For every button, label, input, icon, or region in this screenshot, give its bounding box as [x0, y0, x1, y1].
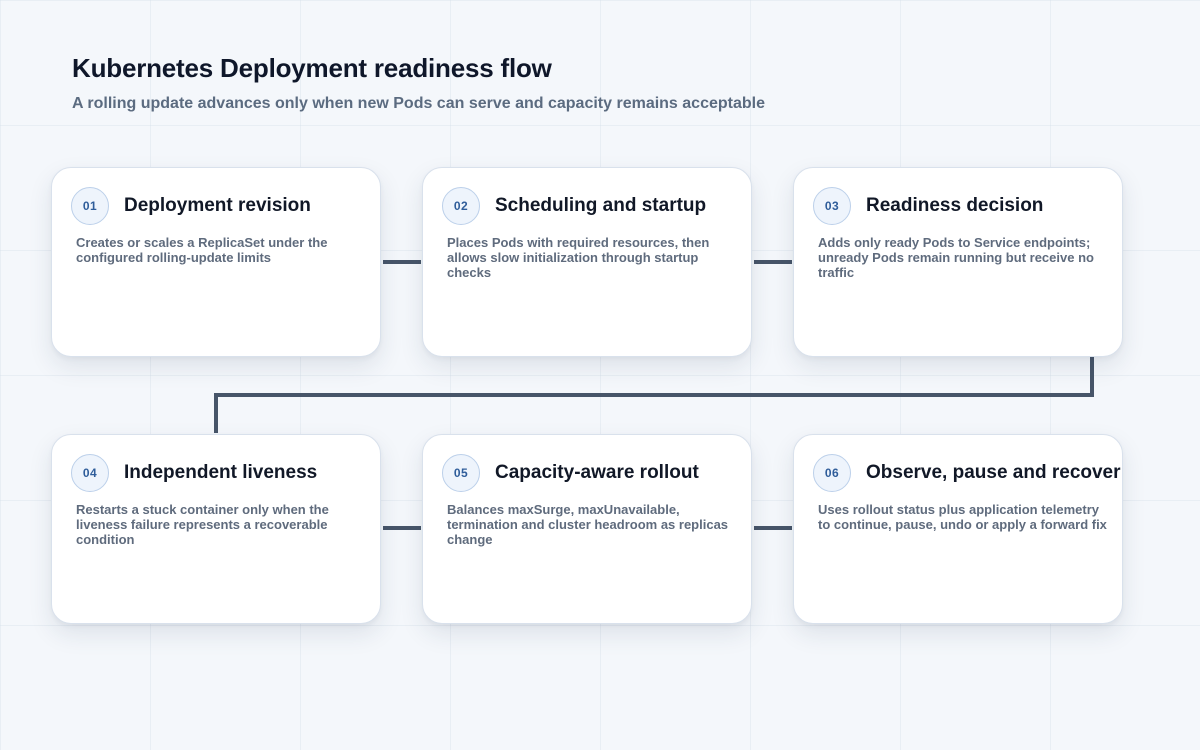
- step-description: Restarts a stuck container only when the…: [76, 502, 329, 547]
- step-card-capacity-aware-rollout: 05 Capacity-aware rollout Balances maxSu…: [422, 434, 752, 624]
- step-card-observe-pause-and-recover: 06 Observe, pause and recover Uses rollo…: [793, 434, 1123, 624]
- step-card-deployment-revision: 01 Deployment revision Creates or scales…: [51, 167, 381, 357]
- step-title: Independent liveness: [124, 462, 318, 483]
- step-title: Readiness decision: [866, 195, 1044, 216]
- step-card-scheduling-and-startup: 02 Scheduling and startup Places Pods wi…: [422, 167, 752, 357]
- step-number-badge: 01: [71, 187, 109, 225]
- step-description: Balances maxSurge, maxUnavailable, termi…: [447, 502, 729, 547]
- page-title: Kubernetes Deployment readiness flow: [72, 53, 552, 83]
- step-description: Places Pods with required resources, the…: [447, 235, 710, 280]
- step-number-badge: 03: [813, 187, 851, 225]
- step-number-badge: 02: [442, 187, 480, 225]
- step-description: Adds only ready Pods to Service endpoint…: [818, 235, 1094, 280]
- connector-03-04: [214, 357, 1094, 433]
- step-description: Creates or scales a ReplicaSet under the…: [76, 235, 328, 265]
- step-number-badge: 04: [71, 454, 109, 492]
- step-description: Uses rollout status plus application tel…: [818, 502, 1107, 532]
- step-number-badge: 06: [813, 454, 851, 492]
- step-title: Scheduling and startup: [495, 195, 707, 216]
- page-subtitle: A rolling update advances only when new …: [72, 95, 765, 112]
- step-number-badge: 05: [442, 454, 480, 492]
- step-card-independent-liveness: 04 Independent liveness Restarts a stuck…: [51, 434, 381, 624]
- step-card-readiness-decision: 03 Readiness decision Adds only ready Po…: [793, 167, 1123, 357]
- step-title: Observe, pause and recover: [866, 462, 1121, 483]
- step-title: Capacity-aware rollout: [495, 462, 699, 483]
- step-title: Deployment revision: [124, 195, 311, 216]
